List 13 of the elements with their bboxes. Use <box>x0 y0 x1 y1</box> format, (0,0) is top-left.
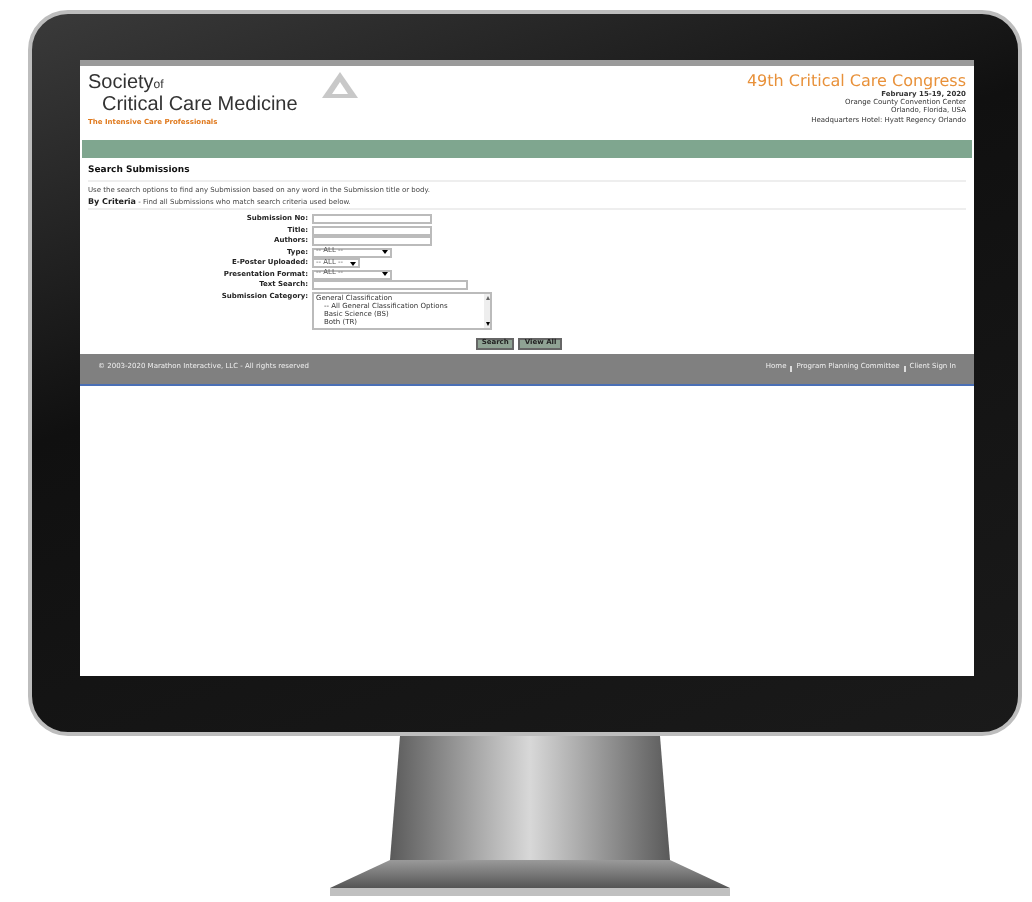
scrollbar[interactable] <box>484 293 490 327</box>
text-field[interactable] <box>312 280 468 290</box>
event-title: 49th Critical Care Congress <box>746 72 966 90</box>
triangle-logo-icon <box>321 72 358 98</box>
dropdown-arrow-icon <box>350 261 356 265</box>
logo-text: Society <box>88 72 154 94</box>
scroll-down-icon <box>485 321 489 325</box>
dropdown-arrow-icon <box>382 272 388 276</box>
dropdown-arrow-icon <box>382 250 388 254</box>
text-field[interactable] <box>312 236 432 246</box>
text-field[interactable] <box>312 214 432 224</box>
text-field[interactable] <box>312 225 432 235</box>
logo-text: Critical Care Medicine <box>100 94 298 116</box>
